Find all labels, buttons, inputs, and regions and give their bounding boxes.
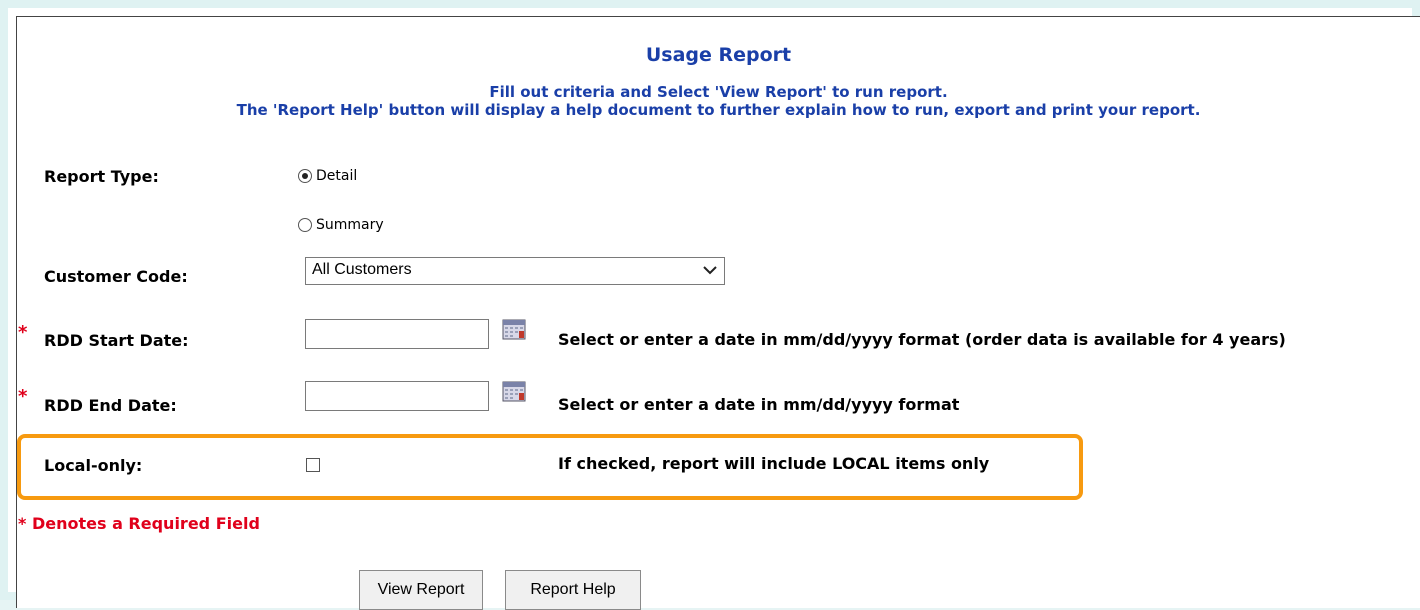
customer-code-value: All Customers [312, 261, 412, 278]
radio-detail-button[interactable] [298, 168, 312, 183]
customer-code-label: Customer Code: [44, 267, 188, 286]
required-marker-start: * [18, 322, 28, 343]
report-panel: Usage Report Fill out criteria and Selec… [16, 16, 1420, 610]
view-report-button[interactable]: View Report [359, 570, 483, 610]
calendar-icon[interactable] [502, 380, 526, 402]
page-title: Usage Report [645, 44, 792, 66]
required-note-marker: * [18, 514, 27, 533]
required-marker-end: * [18, 386, 28, 407]
local-only-checkbox[interactable] [306, 458, 320, 472]
rdd-end-hint: Select or enter a date in mm/dd/yyyy for… [558, 395, 960, 414]
rdd-end-label: RDD End Date: [44, 396, 177, 415]
required-field-note: * Denotes a Required Field [18, 514, 260, 533]
radio-summary[interactable]: Summary [298, 214, 384, 233]
radio-detail-label: Detail [316, 167, 358, 184]
rdd-start-input[interactable] [305, 319, 489, 349]
rdd-start-hint: Select or enter a date in mm/dd/yyyy for… [558, 330, 1286, 349]
instruction-line-1: Fill out criteria and Select 'View Repor… [489, 83, 948, 101]
radio-summary-label: Summary [316, 216, 384, 233]
local-only-hint: If checked, report will include LOCAL it… [558, 454, 990, 473]
customer-code-select[interactable]: All Customers [305, 257, 725, 285]
screenshot-frame: Usage Report Fill out criteria and Selec… [0, 0, 1420, 610]
local-only-label: Local-only: [44, 456, 143, 475]
radio-summary-button[interactable] [298, 217, 312, 232]
rdd-start-label: RDD Start Date: [44, 331, 189, 350]
instruction-line-2: The 'Report Help' button will display a … [236, 101, 1201, 119]
required-note-text: Denotes a Required Field [31, 514, 260, 533]
rdd-end-input[interactable] [305, 381, 489, 411]
report-type-label: Report Type: [44, 167, 159, 186]
report-help-button[interactable]: Report Help [505, 570, 641, 610]
radio-detail[interactable]: Detail [298, 165, 357, 184]
chevron-down-icon [703, 266, 717, 275]
calendar-icon[interactable] [502, 318, 526, 340]
